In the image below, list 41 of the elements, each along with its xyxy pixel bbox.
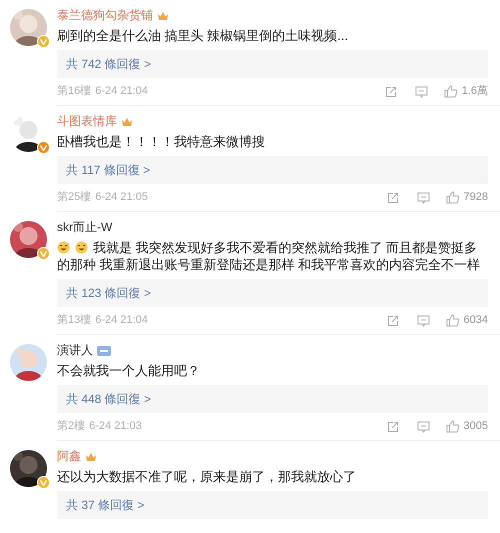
like-count: 3005 [464,419,488,434]
comment-text: 我就是 我突然发现好多我不爱看的突然就给我推了 而且都是赞挺多的那种 我重新退出账号重新登陆还是那样 和我平常喜欢的内容完全不一样 [57,239,482,273]
like-count: 7928 [464,190,488,206]
like-icon[interactable] [446,314,460,327]
user-name[interactable]: 斗图表情库 [57,113,117,130]
floor-number: 第13樓 [57,313,92,328]
replies-link[interactable]: 共 37 條回復 > [57,491,488,519]
like-icon[interactable] [444,85,458,98]
timestamp: 6-24 21:05 [95,190,148,206]
share-icon[interactable] [384,86,397,98]
comment-icon[interactable] [416,314,430,326]
emoji-icon [75,241,88,254]
comment-icon[interactable] [416,420,430,432]
like-count: 6034 [464,313,488,328]
comment-icon[interactable] [416,192,430,204]
replies-link[interactable]: 共 123 條回復 > [57,279,488,307]
share-icon[interactable] [386,192,399,204]
share-icon[interactable] [386,420,399,432]
timestamp: 6-24 21:03 [89,419,142,434]
comment-text: 不会就我一个人能用吧？ [57,362,201,379]
share-icon[interactable] [386,314,399,326]
replies-link[interactable]: 共 742 條回復 > [57,50,488,78]
timestamp: 6-24 21:04 [95,84,148,100]
like-icon[interactable] [446,191,460,204]
floor-number: 第2樓 [57,419,86,434]
timestamp: 6-24 21:04 [95,313,148,328]
comment-text: 卧槽我也是！！！！我特意来微博搜 [57,133,266,150]
comment-icon[interactable] [414,86,428,98]
comment-text: 还以为大数据不准了呢，原来是崩了，那我就放心了 [57,468,357,485]
like-icon[interactable] [446,420,460,433]
replies-link[interactable]: 共 117 條回復 > [57,156,488,184]
user-name[interactable]: 泰兰德狗勾杂货铺 [57,7,153,24]
user-name[interactable]: 演讲人 [57,342,93,359]
comment-text: 刷到的全是什么油 搞里头 辣椒锅里倒的土味视频... [57,27,350,44]
like-count: 1.6萬 [462,84,488,100]
user-name[interactable]: skr而止-W [57,219,112,236]
replies-link[interactable]: 共 448 條回復 > [57,385,488,413]
user-name[interactable]: 阿鑫 [57,448,81,465]
emoji-icon [57,241,70,254]
floor-number: 第25樓 [57,190,92,206]
floor-number: 第16樓 [57,84,92,100]
